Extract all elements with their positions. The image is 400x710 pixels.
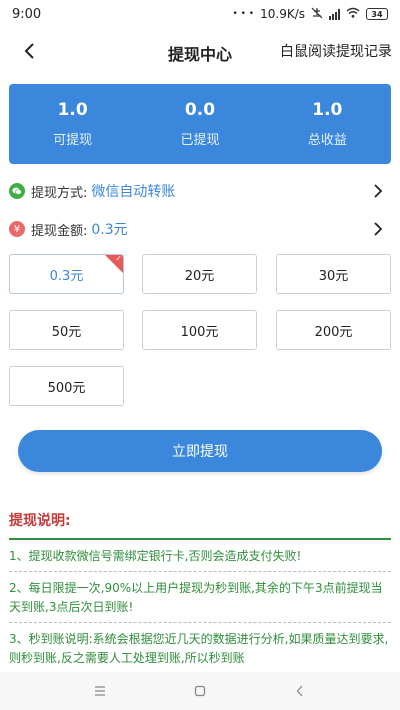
note-item: 3、秒到账说明:系统会根据您近几天的数据进行分析,如果质量达到要求,则秒到账,反… bbox=[9, 623, 391, 674]
network-speed: 10.9K/s bbox=[260, 7, 305, 21]
mute-icon bbox=[311, 7, 323, 22]
withdraw-method-label: 提现方式: bbox=[31, 185, 88, 201]
amount-option-500[interactable]: 500元 bbox=[9, 366, 124, 406]
battery-icon: 34 bbox=[366, 8, 388, 20]
withdrawn-label: 已提现 bbox=[180, 133, 220, 148]
withdraw-amount-value: 0.3元 bbox=[91, 222, 128, 238]
chevron-right-icon bbox=[374, 184, 383, 198]
chevron-right-icon bbox=[374, 222, 383, 236]
status-time: 9:00 bbox=[12, 6, 42, 22]
amount-option-label: 50元 bbox=[51, 324, 82, 340]
withdraw-amount-row[interactable]: ¥ 提现金额: 0.3元 bbox=[9, 214, 391, 244]
summary-total: 1.0 总收益 bbox=[264, 84, 391, 164]
withdrawn-value: 0.0 bbox=[184, 100, 216, 120]
check-icon: ✓ bbox=[115, 254, 122, 263]
wechat-icon bbox=[9, 183, 25, 199]
chevron-left-icon bbox=[24, 43, 34, 59]
amount-option-label: 20元 bbox=[184, 268, 215, 284]
balance-summary-card: 1.0 可提现 0.0 已提现 1.0 总收益 bbox=[9, 84, 391, 164]
amount-option-100[interactable]: 100元 bbox=[142, 310, 257, 350]
total-value: 1.0 bbox=[312, 100, 343, 120]
total-label: 总收益 bbox=[307, 133, 347, 148]
amount-option-0.3[interactable]: 0.3元 ✓ bbox=[9, 254, 124, 294]
summary-available: 1.0 可提现 bbox=[9, 84, 136, 164]
withdraw-amount-label: 提现金额: bbox=[31, 223, 88, 239]
notes-title: 提现说明: bbox=[9, 510, 391, 540]
amount-option-50[interactable]: 50元 bbox=[9, 310, 124, 350]
amount-option-label: 500元 bbox=[47, 380, 86, 396]
amount-option-label: 200元 bbox=[314, 324, 353, 340]
top-navbar: 提现中心 白鼠阅读提现记录 bbox=[0, 30, 400, 72]
status-icons: • • • 10.9K/s 34 bbox=[232, 7, 388, 22]
available-label: 可提现 bbox=[53, 133, 93, 148]
wifi-icon bbox=[346, 7, 360, 21]
back-nav-icon[interactable] bbox=[290, 681, 310, 701]
withdraw-notes: 提现说明: 1、提现收款微信号需绑定银行卡,否则会造成支付失败! 2、每日限提一… bbox=[9, 510, 391, 674]
amount-option-20[interactable]: 20元 bbox=[142, 254, 257, 294]
signal-icon bbox=[329, 8, 340, 20]
yen-icon: ¥ bbox=[9, 221, 25, 237]
withdraw-now-button[interactable]: 立即提现 bbox=[18, 430, 382, 472]
note-item: 1、提现收款微信号需绑定银行卡,否则会造成支付失败! bbox=[9, 540, 391, 572]
amount-option-label: 30元 bbox=[318, 268, 349, 284]
home-icon[interactable] bbox=[190, 681, 210, 701]
status-dots: • • • bbox=[232, 9, 255, 19]
menu-icon[interactable] bbox=[90, 681, 110, 701]
note-item: 2、每日限提一次,90%以上用户提现为秒到账,其余的下午3点前提现当天到账,3点… bbox=[9, 572, 391, 623]
status-bar: 9:00 • • • 10.9K/s 34 bbox=[0, 0, 400, 28]
withdraw-history-link[interactable]: 白鼠阅读提现记录 bbox=[280, 41, 392, 61]
available-value: 1.0 bbox=[57, 100, 88, 120]
back-button[interactable] bbox=[16, 38, 42, 64]
amount-option-label: 100元 bbox=[180, 324, 219, 340]
withdraw-method-row[interactable]: 提现方式: 微信自动转账 bbox=[9, 176, 391, 206]
amount-option-30[interactable]: 30元 bbox=[276, 254, 391, 294]
system-nav-bar bbox=[0, 672, 400, 710]
withdraw-method-value: 微信自动转账 bbox=[91, 184, 176, 200]
summary-withdrawn: 0.0 已提现 bbox=[136, 84, 263, 164]
amount-option-label: 0.3元 bbox=[49, 268, 84, 284]
amount-option-200[interactable]: 200元 bbox=[276, 310, 391, 350]
